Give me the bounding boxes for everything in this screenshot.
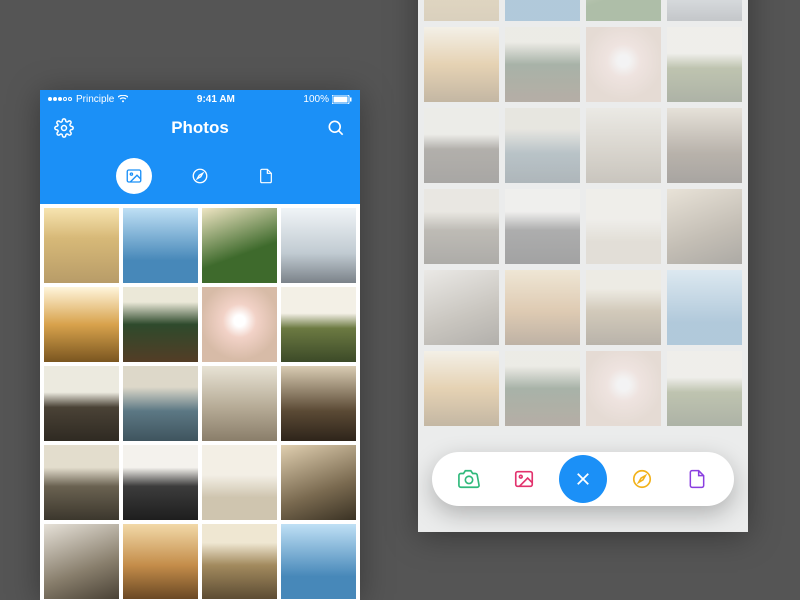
photo-thumbnail[interactable] xyxy=(202,366,277,441)
phone-screen-secondary xyxy=(418,0,748,532)
carrier-label: Principle xyxy=(76,94,114,105)
tab-files[interactable] xyxy=(248,158,284,194)
photo-thumbnail[interactable] xyxy=(505,189,580,264)
photo-thumbnail[interactable] xyxy=(44,366,119,441)
photo-thumbnail[interactable] xyxy=(424,108,499,183)
action-bar xyxy=(432,452,734,506)
camera-icon xyxy=(458,468,480,490)
photo-thumbnail[interactable] xyxy=(505,351,580,426)
action-camera-button[interactable] xyxy=(449,459,489,499)
photo-thumbnail[interactable] xyxy=(123,208,198,283)
photo-thumbnail[interactable] xyxy=(424,189,499,264)
photo-thumbnail[interactable] xyxy=(123,524,198,599)
photo-thumbnail[interactable] xyxy=(586,0,661,21)
compass-icon xyxy=(191,167,209,185)
tab-explore[interactable] xyxy=(182,158,218,194)
close-icon xyxy=(574,470,592,488)
photo-thumbnail[interactable] xyxy=(667,189,742,264)
photo-thumbnail[interactable] xyxy=(123,366,198,441)
photo-thumbnail[interactable] xyxy=(281,445,356,520)
gear-icon xyxy=(54,118,74,138)
wifi-icon xyxy=(118,95,128,103)
photo-thumbnail[interactable] xyxy=(281,366,356,441)
photo-thumbnail[interactable] xyxy=(667,27,742,102)
photo-thumbnail[interactable] xyxy=(202,208,277,283)
photo-thumbnail[interactable] xyxy=(586,270,661,345)
search-icon xyxy=(326,118,346,138)
photo-thumbnail[interactable] xyxy=(424,351,499,426)
photo-thumbnail[interactable] xyxy=(202,445,277,520)
search-button[interactable] xyxy=(326,118,346,138)
battery-percent-label: 100% xyxy=(303,94,329,105)
photo-thumbnail[interactable] xyxy=(44,287,119,362)
photo-thumbnail[interactable] xyxy=(667,270,742,345)
photo-thumbnail[interactable] xyxy=(667,0,742,21)
clock-label: 9:41 AM xyxy=(128,94,303,105)
photo-thumbnail[interactable] xyxy=(202,524,277,599)
action-document-button[interactable] xyxy=(677,459,717,499)
photo-thumbnail[interactable] xyxy=(667,108,742,183)
photo-thumbnail[interactable] xyxy=(505,0,580,21)
photo-thumbnail[interactable] xyxy=(44,208,119,283)
photo-thumbnail[interactable] xyxy=(424,0,499,21)
battery-icon xyxy=(332,95,352,104)
photo-thumbnail[interactable] xyxy=(123,287,198,362)
photo-thumbnail[interactable] xyxy=(586,108,661,183)
photo-thumbnail[interactable] xyxy=(281,524,356,599)
action-compass-button[interactable] xyxy=(622,459,662,499)
view-tabs xyxy=(40,148,360,204)
photo-thumbnail[interactable] xyxy=(123,445,198,520)
signal-dots-icon xyxy=(48,97,72,101)
photo-thumbnail[interactable] xyxy=(505,27,580,102)
photo-grid-dimmed xyxy=(418,0,748,432)
statusbar: Principle 9:41 AM 100% xyxy=(40,90,360,108)
page-title: Photos xyxy=(171,118,229,138)
photo-thumbnail[interactable] xyxy=(586,189,661,264)
settings-button[interactable] xyxy=(54,118,74,138)
picture-icon xyxy=(513,468,535,490)
action-picture-button[interactable] xyxy=(504,459,544,499)
document-icon xyxy=(687,468,707,490)
photo-thumbnail[interactable] xyxy=(667,351,742,426)
photo-thumbnail[interactable] xyxy=(424,270,499,345)
photo-grid[interactable] xyxy=(40,204,360,600)
photo-thumbnail[interactable] xyxy=(281,208,356,283)
photo-thumbnail[interactable] xyxy=(202,287,277,362)
photo-thumbnail[interactable] xyxy=(424,27,499,102)
phone-screen-primary: Principle 9:41 AM 100% Photos xyxy=(40,90,360,600)
photo-thumbnail[interactable] xyxy=(505,108,580,183)
action-close-button[interactable] xyxy=(559,455,607,503)
photo-thumbnail[interactable] xyxy=(44,524,119,599)
photo-thumbnail[interactable] xyxy=(586,27,661,102)
photo-thumbnail[interactable] xyxy=(281,287,356,362)
compass-icon xyxy=(631,468,653,490)
photo-thumbnail[interactable] xyxy=(44,445,119,520)
photo-thumbnail[interactable] xyxy=(505,270,580,345)
picture-icon xyxy=(125,167,143,185)
tab-photos[interactable] xyxy=(116,158,152,194)
photo-thumbnail[interactable] xyxy=(586,351,661,426)
document-icon xyxy=(258,167,274,185)
navbar: Photos xyxy=(40,108,360,148)
